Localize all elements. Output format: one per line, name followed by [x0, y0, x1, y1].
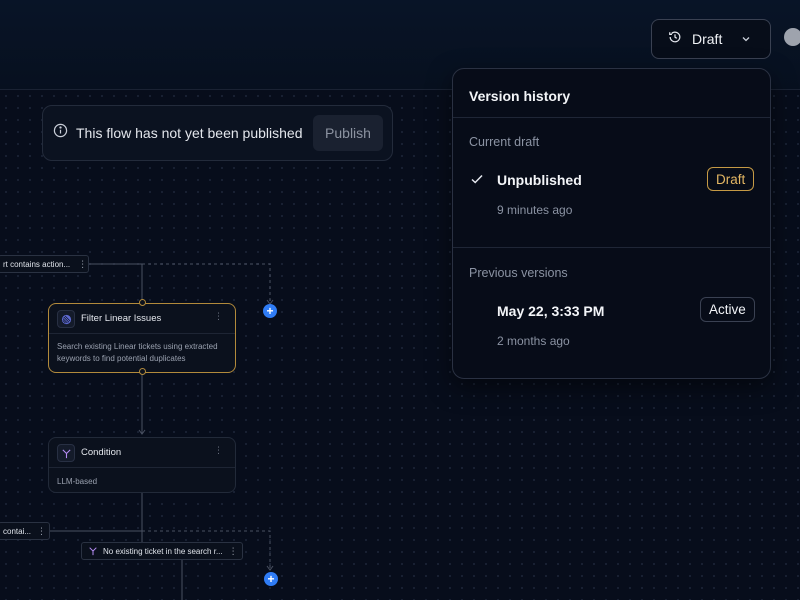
node-header: Condition ⋮: [49, 438, 235, 468]
version-item-may-22[interactable]: May 22, 3:33 PM: [497, 303, 604, 319]
panel-title: Version history: [469, 88, 571, 104]
plus-icon[interactable]: +: [263, 304, 277, 318]
divider: [453, 117, 770, 118]
unpublished-banner: This flow has not yet been published Pub…: [42, 105, 393, 161]
output-port[interactable]: [139, 368, 146, 375]
publish-button[interactable]: Publish: [313, 115, 383, 151]
version-dropdown-label: Draft: [692, 31, 723, 47]
version-time: 9 minutes ago: [497, 203, 573, 217]
more-vertical-icon[interactable]: ⋮: [214, 312, 223, 321]
active-badge: Active: [700, 297, 755, 322]
version-history-panel: Version history Current draft Unpublishe…: [452, 68, 771, 379]
history-icon: [668, 30, 682, 49]
version-dropdown-button[interactable]: Draft: [651, 19, 771, 59]
avatar[interactable]: [784, 28, 800, 46]
branch-icon: [88, 546, 98, 556]
edge-label-condition[interactable]: rt contains action... ⋮: [0, 255, 89, 273]
check-icon: [470, 172, 484, 191]
more-vertical-icon[interactable]: ⋮: [229, 546, 238, 557]
edge-label-text: rt contains action...: [3, 259, 71, 269]
version-item-unpublished[interactable]: Unpublished: [497, 172, 582, 188]
edge-label-condition[interactable]: contai... ⋮: [0, 522, 50, 540]
input-port[interactable]: [139, 299, 146, 306]
plus-icon[interactable]: +: [264, 572, 278, 586]
banner-message: This flow has not yet been published: [76, 125, 303, 141]
edge-label-no-existing-ticket[interactable]: No existing ticket in the search r... ⋮: [81, 542, 243, 560]
node-header: Filter Linear Issues ⋮: [49, 304, 235, 334]
divider: [453, 247, 770, 248]
branch-icon: [57, 444, 75, 462]
section-current-draft: Current draft: [469, 135, 540, 149]
edge-label-text: contai...: [3, 526, 32, 536]
chevron-down-icon: [740, 32, 752, 50]
info-icon: [53, 123, 68, 143]
node-title: Condition: [81, 447, 122, 458]
more-vertical-icon[interactable]: ⋮: [78, 259, 87, 270]
node-filter-linear-issues[interactable]: Filter Linear Issues ⋮ Search existing L…: [48, 303, 236, 373]
node-description: LLM-based: [57, 477, 98, 486]
edge-label-text: No existing ticket in the search r...: [103, 546, 223, 556]
draft-badge: Draft: [707, 167, 755, 191]
node-title: Filter Linear Issues: [81, 313, 162, 324]
node-description: keywords to find potential duplicates: [57, 354, 186, 363]
more-vertical-icon[interactable]: ⋮: [37, 526, 46, 537]
linear-icon: [57, 310, 75, 328]
node-condition[interactable]: Condition ⋮ LLM-based: [48, 437, 236, 493]
section-previous-versions: Previous versions: [469, 266, 568, 280]
node-description: Search existing Linear tickets using ext…: [57, 342, 218, 351]
more-vertical-icon[interactable]: ⋮: [214, 446, 223, 455]
version-time: 2 months ago: [497, 334, 570, 348]
